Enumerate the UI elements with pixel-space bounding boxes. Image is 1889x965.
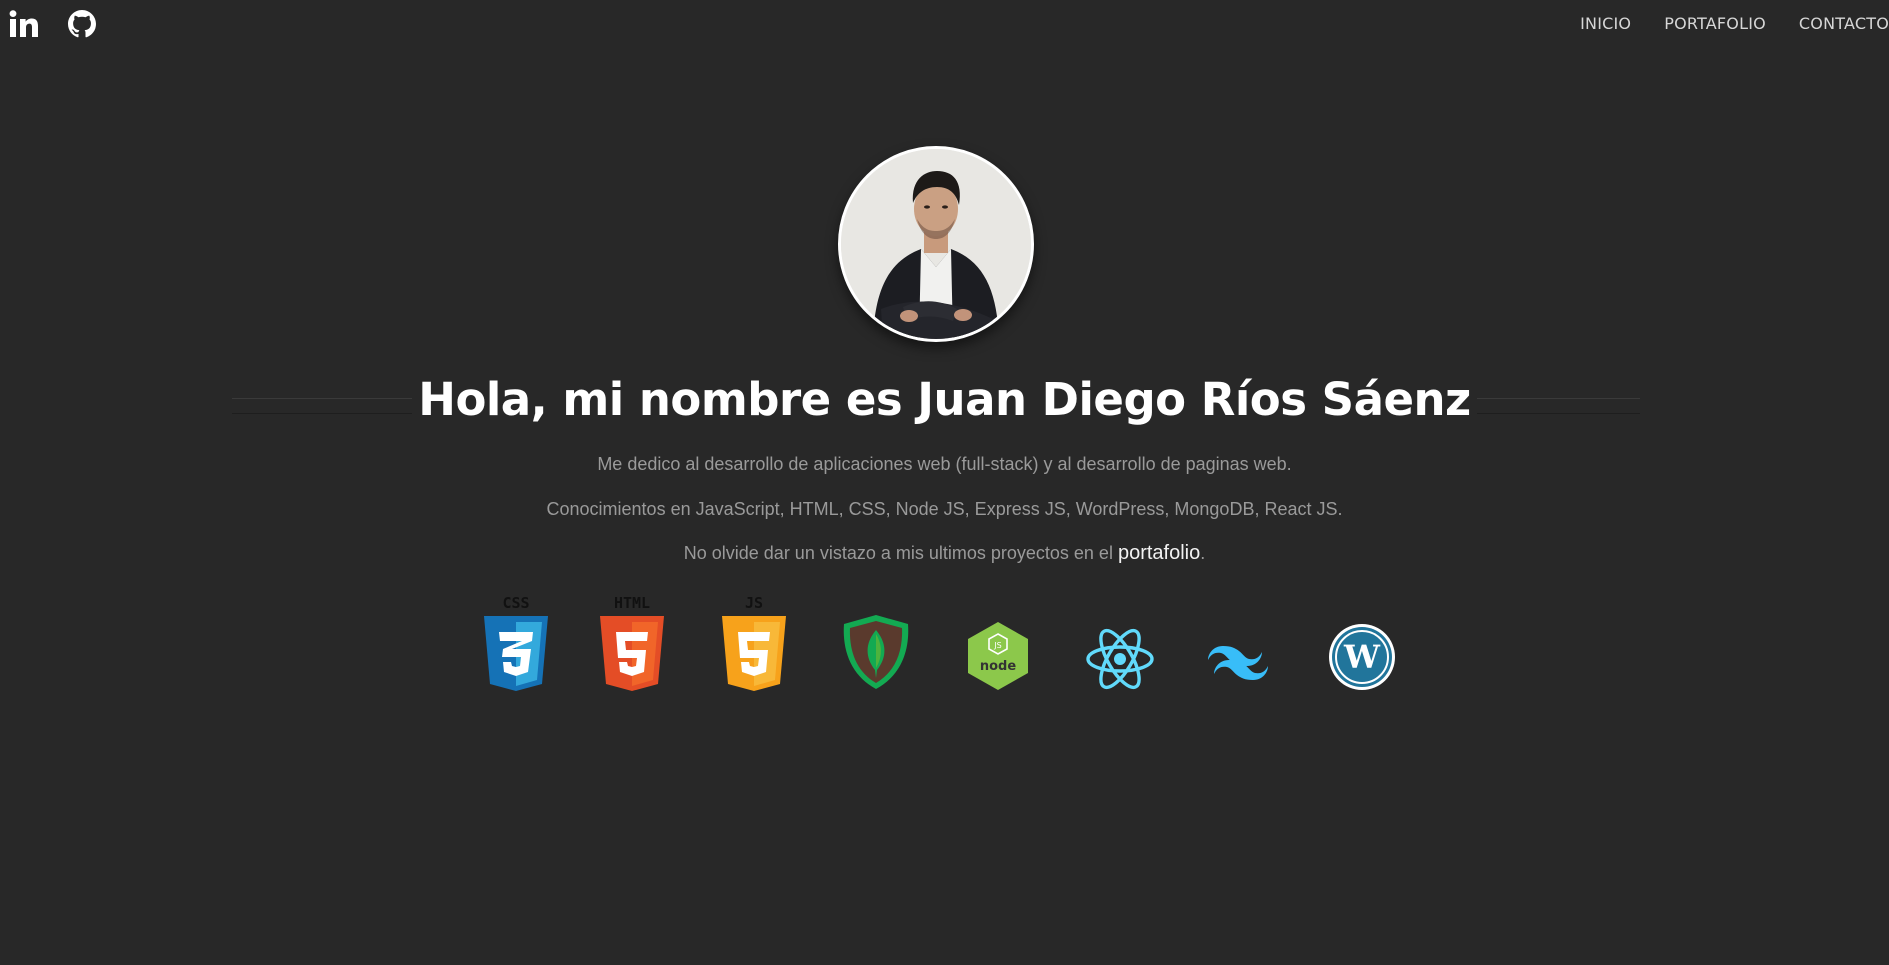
javascript-badge: JS [712,596,796,692]
css3-badge: CSS [474,596,558,692]
svg-text:W: W [1343,638,1381,676]
mongodb-icon [843,615,909,689]
page-title: Hola, mi nombre es Juan Diego Ríos Sáenz [0,372,1889,428]
main-nav: INICIO PORTAFOLIO CONTACTO [1580,14,1889,33]
nodejs-icon: JS node [968,622,1028,690]
profile-photo [841,149,1031,339]
skills-text: Conocimientos en JavaScript, HTML, CSS, … [546,499,1343,519]
linkedin-link[interactable] [9,10,39,38]
svg-text:JS: JS [993,641,1001,650]
tailwind-icon [1208,646,1268,680]
portfolio-link[interactable]: portafolio [1118,542,1200,564]
portfolio-text-after: . [1200,543,1206,563]
linkedin-icon [9,10,38,37]
css3-icon [484,616,548,691]
nav-item-portafolio[interactable]: PORTAFOLIO [1664,14,1766,33]
html5-label: HTML [613,594,651,612]
page-title-text: Hola, mi nombre es Juan Diego Ríos Sáenz [412,373,1477,426]
nodejs-badge: JS node [956,596,1040,692]
javascript-label: JS [744,594,764,612]
wordpress-badge: W [1320,596,1404,692]
profile-avatar [838,146,1034,342]
html5-icon [600,616,664,691]
react-badge [1078,596,1162,692]
tech-icons: CSS HTML JS JS node W [466,596,1406,696]
intro-text: Me dedico al desarrollo de aplicaciones … [597,454,1292,474]
html5-badge: HTML [590,596,674,692]
portfolio-text: No olvide dar un vistazo a mis ultimos p… [0,541,1889,565]
tailwind-badge [1196,596,1280,692]
react-icon [1086,628,1154,690]
mongodb-badge [834,596,918,692]
svg-text:node: node [980,659,1016,674]
wordpress-icon: W [1329,624,1395,690]
portfolio-text-before: No olvide dar un vistazo a mis ultimos p… [683,543,1118,563]
nav-item-contacto[interactable]: CONTACTO [1799,14,1889,33]
css3-label: CSS [502,594,530,612]
social-links [9,10,96,38]
nav-item-inicio[interactable]: INICIO [1580,14,1631,33]
github-link[interactable] [68,10,96,38]
javascript-icon [722,616,786,691]
page: INICIO PORTAFOLIO CONTACTO Hola, mi nomb… [0,0,1889,965]
github-icon [68,10,96,38]
